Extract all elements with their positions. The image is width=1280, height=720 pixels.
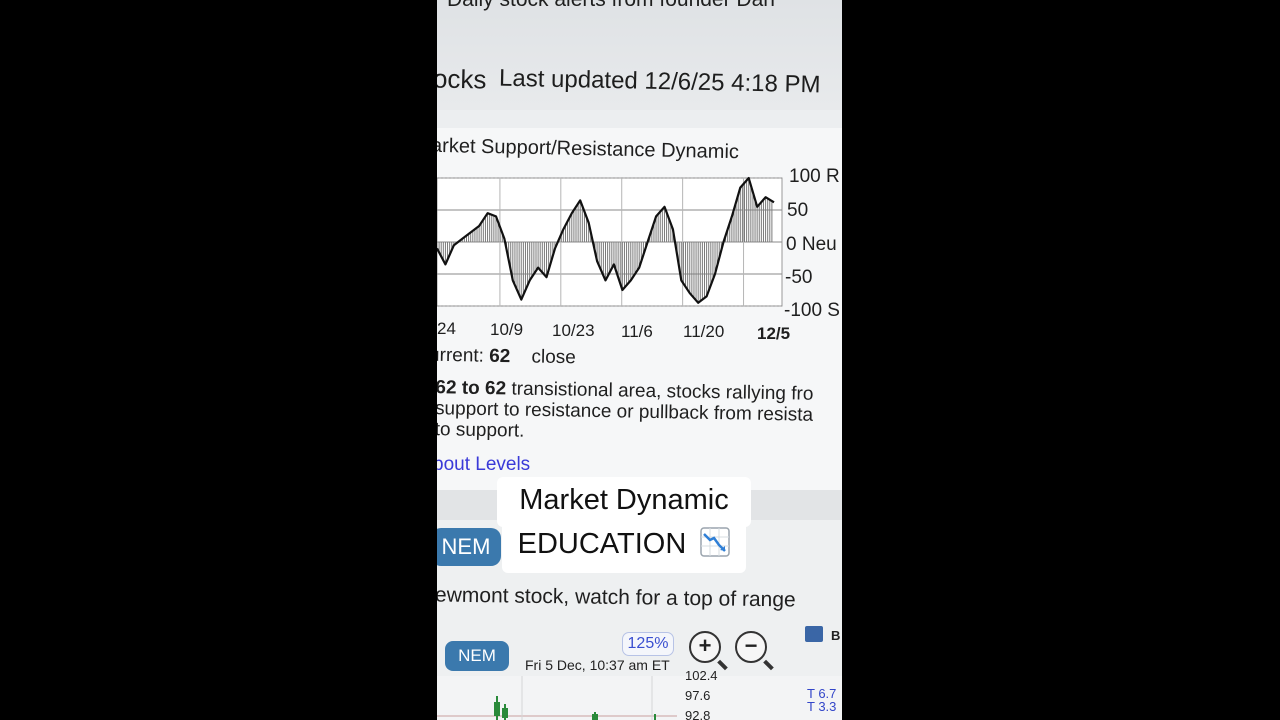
caption-line1: Market Dynamic [519, 484, 729, 516]
support-resistance-chart [437, 176, 783, 307]
t-label-1: T 3.3 [807, 699, 837, 714]
y-label-50: 50 [787, 200, 809, 221]
caption-line2-text: EDUCATION [517, 528, 687, 560]
chart-datetime: Fri 5 Dec, 10:37 am ET [525, 657, 670, 673]
bookmark-icon[interactable] [805, 626, 823, 642]
x-label-5: 12/5 [757, 324, 791, 343]
alerts-banner: Daily stock alerts from founder Dan [447, 0, 775, 12]
chart-decreasing-icon [700, 527, 731, 557]
price-mini-chart [437, 676, 842, 720]
y-label-0: 0 Neu [786, 234, 837, 255]
x-label-2: 10/23 [552, 321, 595, 340]
price-tick-0: 102.4 [685, 668, 718, 683]
price-tick-2: 92.8 [685, 708, 711, 720]
y-label-minus100: -100 S [784, 300, 840, 321]
y-label-minus50: -50 [785, 267, 813, 288]
stock-headline: ewmont stock, watch for a top of range [437, 583, 796, 612]
current-value: 62 [489, 345, 511, 368]
x-label-3: 11/6 [621, 322, 653, 341]
price-tick-1: 97.6 [685, 688, 711, 703]
x-label-1: 10/9 [490, 320, 524, 339]
x-label-4: 11/20 [683, 322, 725, 341]
desc-range: 62 to 62 [437, 377, 507, 400]
zoom-out-icon[interactable]: − [735, 631, 767, 663]
caption-line2: EDUCATION [502, 527, 746, 561]
close-label: close [531, 346, 577, 369]
nem-toolbar-button[interactable]: NEM [445, 641, 509, 671]
bookmark-label: B [831, 628, 841, 643]
zoom-level[interactable]: 125% [622, 632, 674, 656]
about-levels-link[interactable]: bout Levels [437, 454, 530, 476]
current-reading: urrent: 62 close [437, 345, 576, 370]
level-description: 62 to 62 transistional area, stocks rall… [437, 377, 842, 448]
current-label: urrent: [437, 344, 485, 367]
zoom-in-icon[interactable]: + [689, 631, 721, 663]
x-label-0: 24 [437, 319, 456, 338]
section-title: ocks [437, 63, 487, 95]
nem-symbol-button[interactable]: NEM [437, 528, 501, 566]
phone-screen: Daily stock alerts from founder Dan ocks… [437, 0, 842, 720]
y-label-100: 100 R [789, 166, 840, 187]
